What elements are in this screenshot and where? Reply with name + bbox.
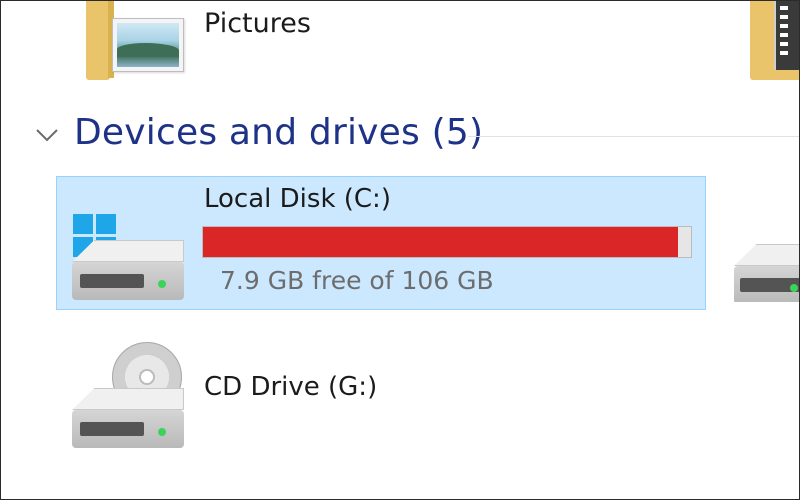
cd-drive-icon[interactable] xyxy=(72,388,184,448)
usage-bar-fill xyxy=(203,227,679,257)
local-disk-usage-bar xyxy=(202,226,692,258)
local-disk-free-space: 7.9 GB free of 106 GB xyxy=(220,266,494,295)
pictures-label[interactable]: Pictures xyxy=(204,8,311,39)
film-strip-icon xyxy=(774,0,800,70)
local-disk-name: Local Disk (C:) xyxy=(204,184,391,214)
hard-drive-icon-partial[interactable] xyxy=(734,244,800,302)
pictures-thumbnail-icon xyxy=(112,18,184,72)
hard-drive-icon xyxy=(72,240,184,300)
pictures-folder-icon[interactable] xyxy=(86,0,110,80)
group-divider xyxy=(468,136,800,137)
chevron-down-icon[interactable] xyxy=(34,122,60,148)
cd-drive-name[interactable]: CD Drive (G:) xyxy=(204,372,377,402)
devices-group-title[interactable]: Devices and drives (5) xyxy=(74,112,483,153)
